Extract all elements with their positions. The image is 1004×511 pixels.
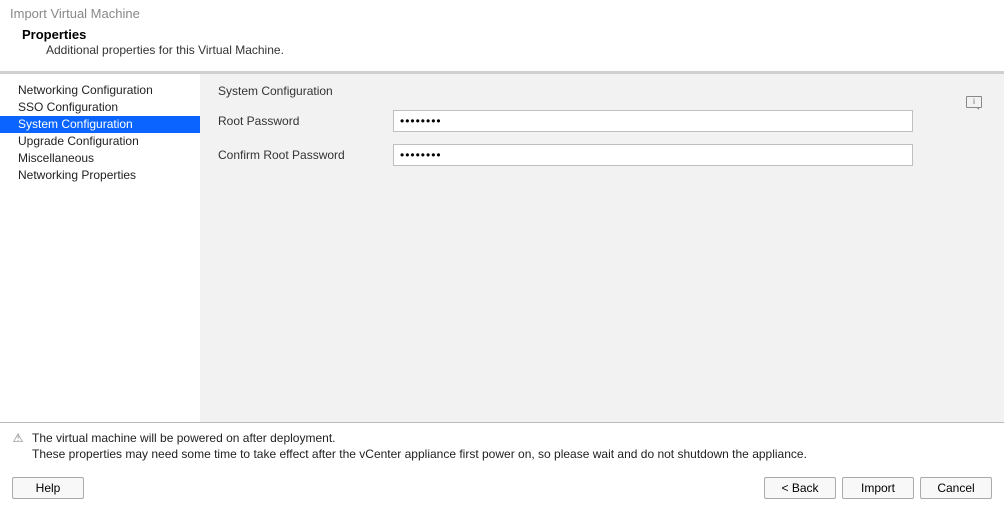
page-subtitle: Additional properties for this Virtual M… (22, 43, 994, 57)
button-bar: Help < Back Import Cancel (0, 467, 1004, 511)
wizard-header: Properties Additional properties for thi… (0, 23, 1004, 65)
sidebar-item-system-configuration[interactable]: System Configuration (0, 116, 200, 133)
confirm-root-password-label: Confirm Root Password (218, 148, 393, 162)
root-password-input[interactable] (393, 110, 913, 132)
import-button[interactable]: Import (842, 477, 914, 499)
sidebar-item-upgrade-configuration[interactable]: Upgrade Configuration (0, 133, 200, 150)
message-line-1: The virtual machine will be powered on a… (32, 431, 336, 445)
page-title: Properties (22, 27, 994, 42)
sidebar-item-miscellaneous[interactable]: Miscellaneous (0, 150, 200, 167)
back-button[interactable]: < Back (764, 477, 836, 499)
cancel-button[interactable]: Cancel (920, 477, 992, 499)
sidebar-item-networking-configuration[interactable]: Networking Configuration (0, 82, 200, 99)
root-password-label: Root Password (218, 114, 393, 128)
sidebar-item-sso-configuration[interactable]: SSO Configuration (0, 99, 200, 116)
message-area: ⚠ The virtual machine will be powered on… (0, 423, 1004, 467)
window-title: Import Virtual Machine (0, 0, 1004, 23)
content-panel: System Configuration Root Password Confi… (200, 74, 1004, 422)
sidebar: Networking Configuration SSO Configurati… (0, 74, 200, 422)
message-line-2: These properties may need some time to t… (32, 447, 807, 461)
form-row-confirm-root-password: Confirm Root Password (218, 144, 986, 166)
main-area: Networking Configuration SSO Configurati… (0, 74, 1004, 422)
help-button[interactable]: Help (12, 477, 84, 499)
confirm-root-password-input[interactable] (393, 144, 913, 166)
tooltip-icon[interactable]: i (966, 96, 982, 108)
warning-icon: ⚠ (10, 431, 26, 445)
panel-heading: System Configuration (218, 84, 986, 98)
form-row-root-password: Root Password (218, 110, 986, 132)
sidebar-item-networking-properties[interactable]: Networking Properties (0, 167, 200, 184)
